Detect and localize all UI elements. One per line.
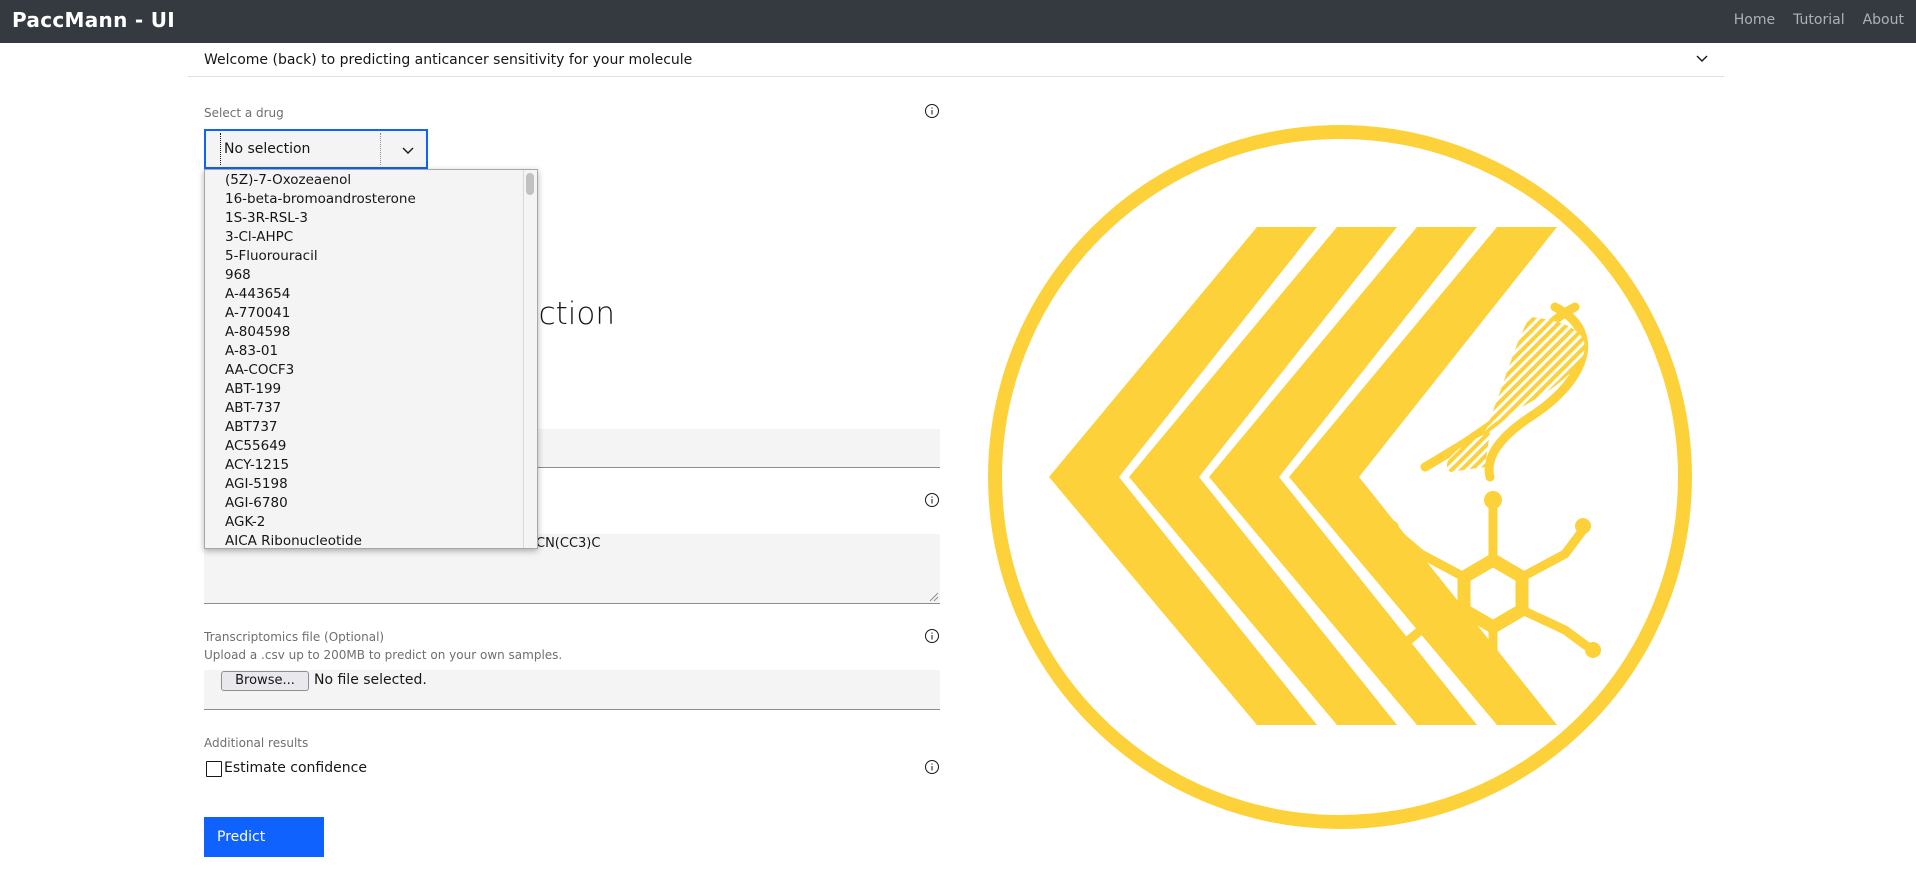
- drug-option[interactable]: AGK-2: [225, 513, 416, 532]
- scrollbar-thumb[interactable]: [526, 173, 534, 195]
- info-icon[interactable]: [924, 628, 940, 644]
- estimate-confidence-checkbox[interactable]: [206, 761, 222, 777]
- select-toggle-divider: [380, 133, 381, 165]
- drug-option[interactable]: 5-Fluorouracil: [225, 247, 416, 266]
- chevron-down-icon[interactable]: [400, 142, 416, 158]
- drug-option[interactable]: ABT-737: [225, 399, 416, 418]
- additional-results-label: Additional results: [204, 736, 309, 750]
- drug-select-value: No selection: [224, 141, 311, 157]
- drug-option[interactable]: AC55649: [225, 437, 416, 456]
- drug-options-list: (5Z)-7-Oxozeaenol 16-beta-bromoandroster…: [225, 171, 416, 548]
- drug-option[interactable]: (5Z)-7-Oxozeaenol: [225, 171, 416, 190]
- drug-option[interactable]: AICA Ribonucleotide: [225, 532, 416, 548]
- dropdown-scrollbar[interactable]: [523, 170, 537, 548]
- drug-option[interactable]: 16-beta-bromoandrosterone: [225, 190, 416, 209]
- drug-option[interactable]: 1S-3R-RSL-3: [225, 209, 416, 228]
- transcriptomics-file-field: Browse... No file selected.: [204, 670, 940, 710]
- drug-option[interactable]: AGI-5198: [225, 475, 416, 494]
- estimate-confidence-label[interactable]: Estimate confidence: [224, 760, 367, 776]
- drug-option[interactable]: 3-Cl-AHPC: [225, 228, 416, 247]
- drug-option[interactable]: A-770041: [225, 304, 416, 323]
- chevron-down-icon[interactable]: [1694, 50, 1710, 66]
- drug-select[interactable]: No selection: [204, 129, 428, 169]
- drug-option[interactable]: A-804598: [225, 323, 416, 342]
- transcriptomics-helper: Upload a .csv up to 200MB to predict on …: [204, 648, 563, 662]
- drug-option[interactable]: ACY-1215: [225, 456, 416, 475]
- drug-dropdown-menu[interactable]: (5Z)-7-Oxozeaenol 16-beta-bromoandroster…: [204, 169, 538, 549]
- drug-option[interactable]: A-83-01: [225, 342, 416, 361]
- navbar: PaccMann - UI Home Tutorial About: [0, 0, 1916, 43]
- transcriptomics-label: Transcriptomics file (Optional): [204, 630, 385, 644]
- predict-button[interactable]: Predict: [204, 817, 324, 857]
- info-icon[interactable]: [924, 759, 940, 775]
- info-icon[interactable]: [924, 492, 940, 508]
- browse-button[interactable]: Browse...: [221, 671, 309, 691]
- accordion-title: Welcome (back) to predicting anticancer …: [204, 52, 693, 68]
- drug-option[interactable]: 968: [225, 266, 416, 285]
- smiles-value: CN(CC3)C: [536, 536, 601, 551]
- page-heading: iction: [530, 296, 616, 332]
- nav-links: Home Tutorial About: [1734, 12, 1904, 28]
- drug-select-label: Select a drug: [204, 106, 284, 120]
- drug-option[interactable]: ABT737: [225, 418, 416, 437]
- drug-option[interactable]: ABT-199: [225, 380, 416, 399]
- drug-option[interactable]: AGI-6780: [225, 494, 416, 513]
- paccmann-logo: [988, 125, 1692, 829]
- resize-handle-icon[interactable]: [927, 590, 939, 602]
- select-caret-divider: [220, 133, 221, 165]
- info-icon[interactable]: [924, 103, 940, 119]
- nav-link-tutorial[interactable]: Tutorial: [1793, 12, 1844, 28]
- nav-link-home[interactable]: Home: [1734, 12, 1775, 28]
- drug-option[interactable]: A-443654: [225, 285, 416, 304]
- drug-option[interactable]: AA-COCF3: [225, 361, 416, 380]
- nav-link-about[interactable]: About: [1863, 12, 1904, 28]
- welcome-accordion[interactable]: Welcome (back) to predicting anticancer …: [188, 43, 1724, 77]
- app-brand[interactable]: PaccMann - UI: [12, 8, 175, 32]
- file-status: No file selected.: [314, 672, 427, 688]
